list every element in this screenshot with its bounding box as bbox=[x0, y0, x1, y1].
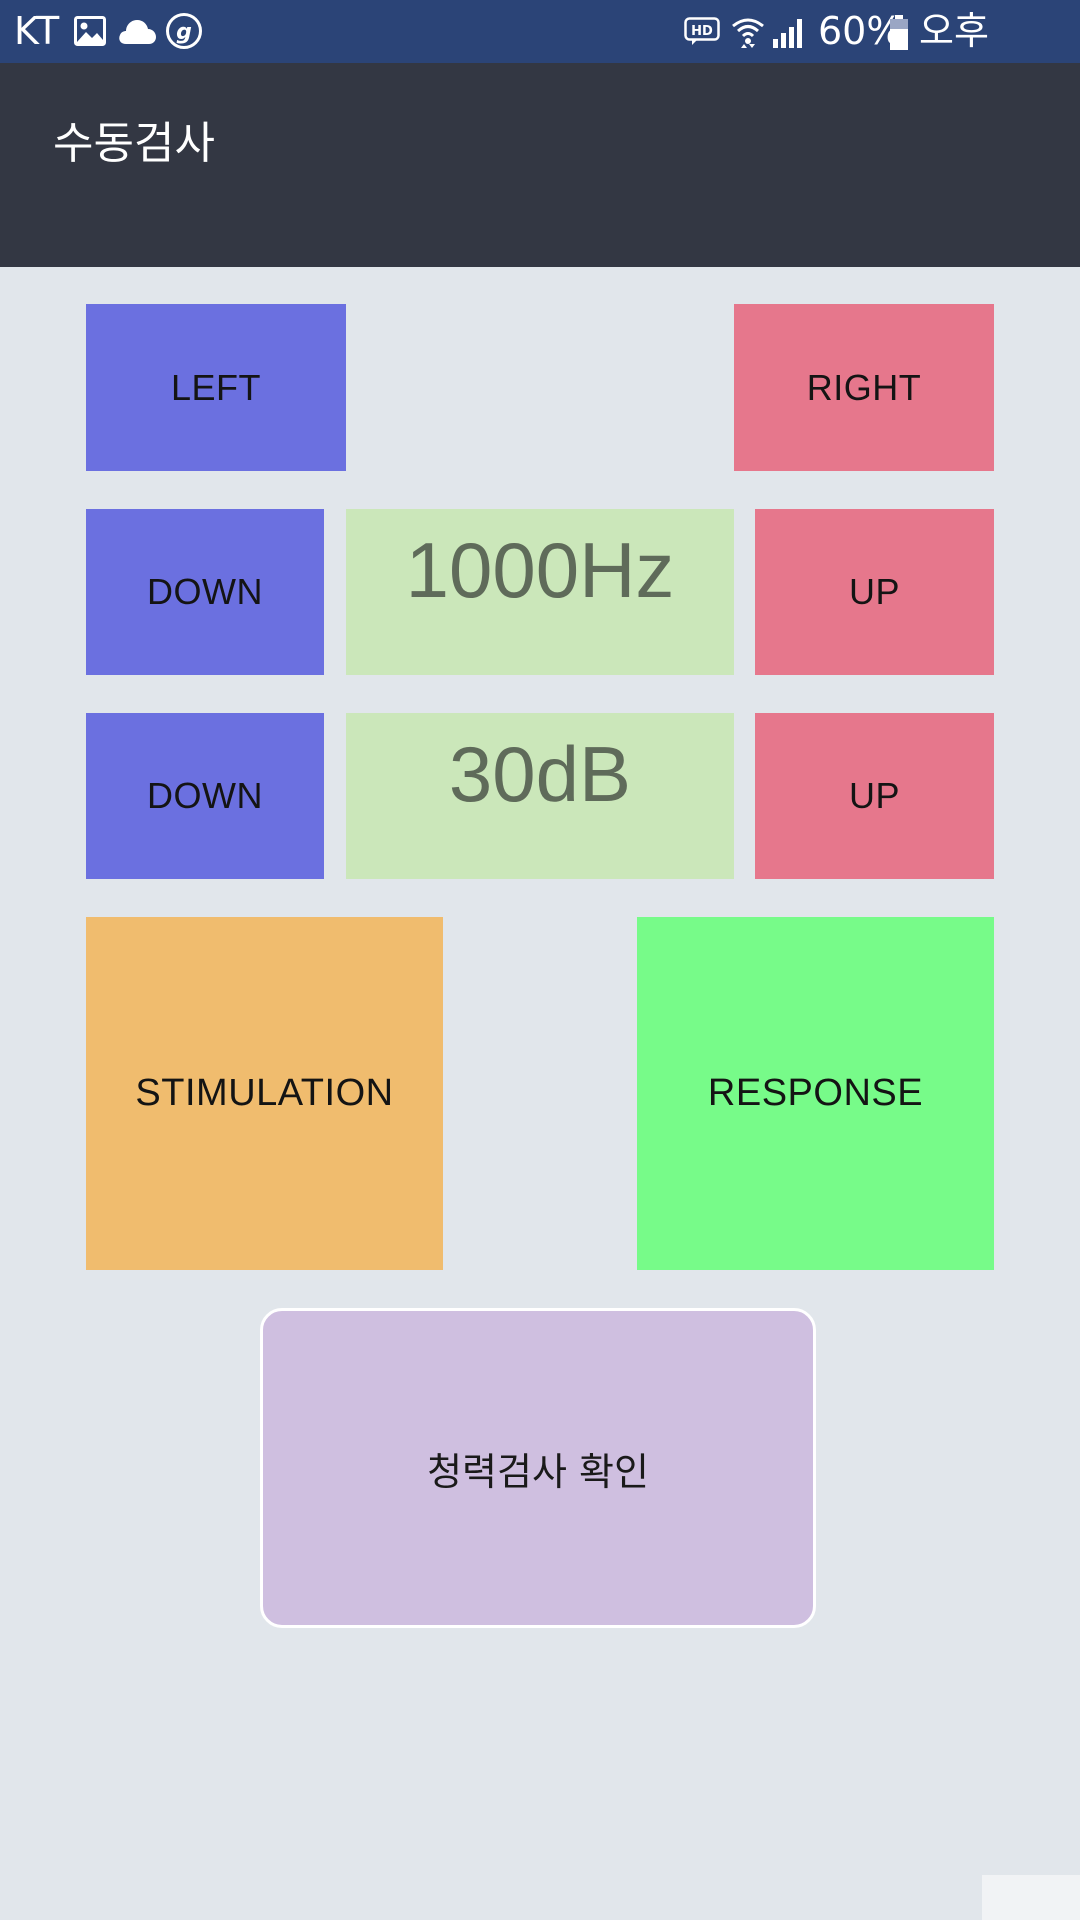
db-value: 30dB bbox=[448, 730, 632, 818]
response-button[interactable]: RESPONSE bbox=[637, 917, 994, 1270]
left-ear-button[interactable]: LEFT bbox=[86, 304, 346, 471]
page-title: 수동검사 bbox=[53, 118, 215, 169]
right-ear-button[interactable]: RIGHT bbox=[734, 304, 994, 471]
hearing-test-confirm-button[interactable]: 청력검사 확인 bbox=[260, 1308, 816, 1628]
frequency-display: 1000Hz bbox=[346, 509, 734, 675]
svg-text:g: g bbox=[176, 20, 192, 45]
db-up-button[interactable]: UP bbox=[755, 713, 994, 879]
frequency-down-button[interactable]: DOWN bbox=[86, 509, 324, 675]
signal-icon bbox=[772, 15, 808, 53]
db-down-button[interactable]: DOWN bbox=[86, 713, 324, 879]
hearing-test-confirm-label: 청력검사 확인 bbox=[427, 1449, 649, 1494]
right-ear-label: RIGHT bbox=[806, 366, 922, 408]
clock: 오후 8:06 bbox=[919, 9, 1004, 116]
db-up-label: UP bbox=[848, 775, 900, 816]
carrier-label: KT bbox=[14, 9, 60, 53]
frequency-value: 1000Hz bbox=[405, 526, 675, 614]
response-label: RESPONSE bbox=[707, 1072, 924, 1114]
db-down-label: DOWN bbox=[147, 775, 263, 816]
app-bar: 수동검사 bbox=[0, 63, 1080, 267]
battery-icon bbox=[889, 15, 909, 55]
svg-text:HD: HD bbox=[691, 24, 713, 39]
g-circle-icon: g bbox=[165, 12, 203, 54]
frequency-up-label: UP bbox=[848, 571, 900, 612]
corner-overlay bbox=[982, 1875, 1080, 1920]
stimulation-button[interactable]: STIMULATION bbox=[86, 917, 443, 1270]
db-display: 30dB bbox=[346, 713, 734, 879]
left-ear-label: LEFT bbox=[170, 366, 261, 408]
status-bar: KT g HD 60% 오후 bbox=[0, 0, 1080, 116]
cloud-icon bbox=[117, 17, 157, 49]
wifi-icon bbox=[730, 14, 766, 54]
stimulation-label: STIMULATION bbox=[135, 1072, 394, 1114]
gallery-icon bbox=[74, 16, 106, 50]
hd-icon: HD bbox=[684, 17, 720, 51]
frequency-down-label: DOWN bbox=[147, 571, 263, 612]
frequency-up-button[interactable]: UP bbox=[755, 509, 994, 675]
